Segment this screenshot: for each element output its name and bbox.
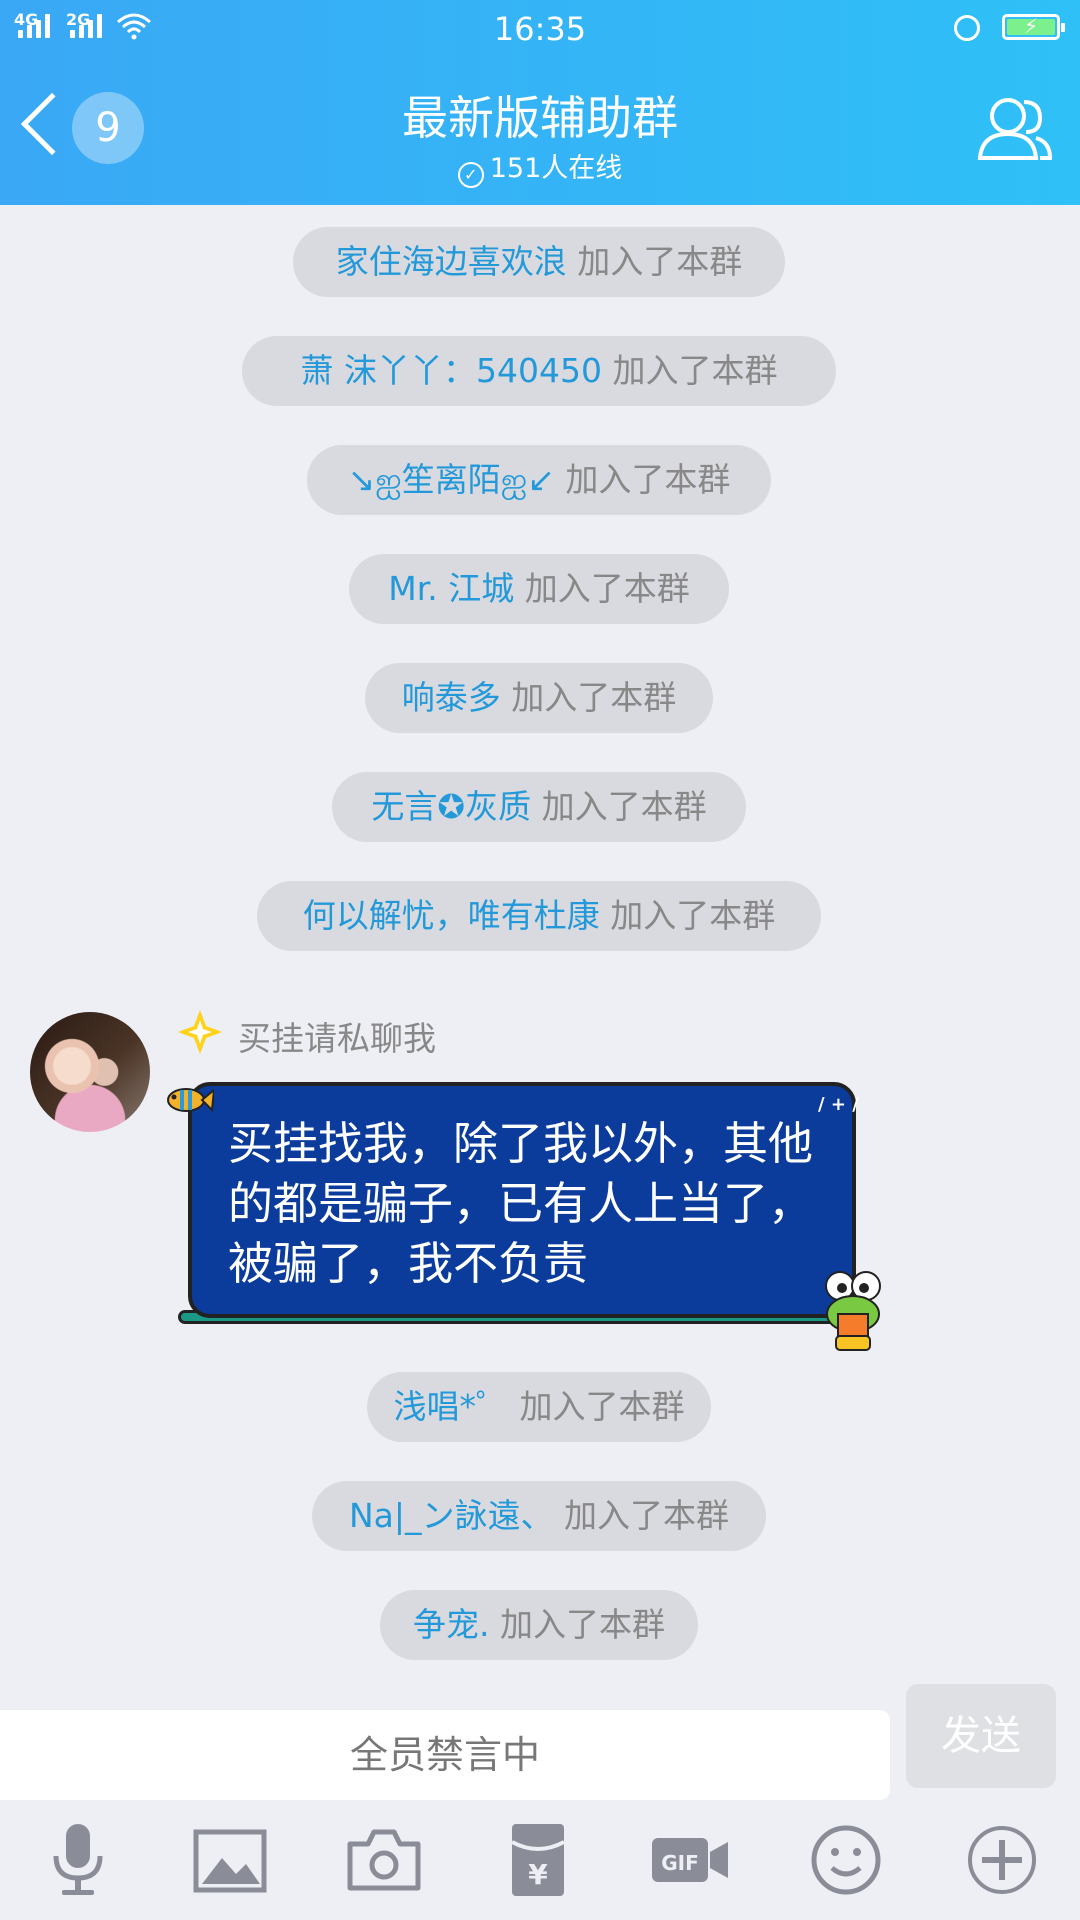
member-name[interactable]: 家住海边喜欢浪	[336, 242, 567, 281]
gif-icon[interactable]: GIF	[650, 1820, 730, 1900]
battery-icon: ⚡	[1002, 14, 1065, 40]
join-notice: 何以解忧，唯有杜康 加入了本群	[257, 881, 821, 951]
member-name[interactable]: 浅唱*゜	[394, 1387, 510, 1426]
svg-text:¥: ¥	[528, 1858, 548, 1891]
join-suffix: 加入了本群	[519, 1387, 685, 1426]
plus-icon[interactable]	[962, 1820, 1042, 1900]
join-suffix: 加入了本群	[500, 1605, 665, 1644]
status-bar: 4G 2G 16:35 ⚡	[0, 0, 1080, 58]
group-members-icon[interactable]	[974, 88, 1054, 168]
red-packet-icon[interactable]: ¥	[498, 1820, 578, 1900]
member-name[interactable]: 何以解忧，唯有杜康	[303, 896, 600, 935]
join-notice: 浅唱*゜ 加入了本群	[367, 1372, 711, 1442]
join-suffix: 加入了本群	[565, 460, 731, 499]
sender-rank-star-icon	[178, 1010, 222, 1054]
member-name[interactable]: ↘ஐ笙离陌ஐ↙	[348, 460, 555, 499]
join-notice: 无言✪灰质 加入了本群	[332, 772, 746, 842]
join-suffix: 加入了本群	[511, 678, 677, 717]
frog-sticker-icon	[825, 1271, 881, 1351]
join-notice: 响泰多 加入了本群	[365, 663, 713, 733]
message-bubble[interactable]: 买挂找我，除了我以外，其他的都是骗子，已有人上当了，被骗了，我不负责	[188, 1082, 856, 1318]
member-name[interactable]: 萧 沫丫丫：540450	[301, 351, 602, 390]
online-count-text: 151人在线	[489, 153, 623, 184]
join-notice: Mr. 江城 加入了本群	[349, 554, 729, 624]
status-time: 16:35	[493, 10, 587, 48]
join-notice: ↘ஐ笙离陌ஐ↙ 加入了本群	[307, 445, 771, 515]
join-suffix: 加入了本群	[541, 787, 707, 826]
sender-name[interactable]: 买挂请私聊我	[238, 1012, 436, 1060]
svg-text:GIF: GIF	[661, 1851, 699, 1875]
join-notice: 家住海边喜欢浪 加入了本群	[293, 227, 785, 297]
member-name[interactable]: Mr. 江城	[388, 569, 514, 608]
message-input[interactable]: 全员禁言中	[0, 1710, 890, 1800]
alarm-icon	[954, 15, 980, 41]
camera-icon[interactable]	[344, 1820, 424, 1900]
member-name[interactable]: Na|_ン詠遠、	[349, 1496, 554, 1535]
input-toolbar: ¥ GIF	[0, 1820, 1080, 1920]
join-suffix: 加入了本群	[610, 896, 776, 935]
join-suffix: 加入了本群	[577, 242, 743, 281]
image-icon[interactable]	[190, 1820, 270, 1900]
join-suffix: 加入了本群	[612, 351, 778, 390]
sender-avatar[interactable]	[30, 1012, 150, 1132]
online-count: ✓ 151人在线	[0, 146, 1080, 188]
member-name[interactable]: 争宠.	[413, 1605, 490, 1644]
join-suffix: 加入了本群	[524, 569, 690, 608]
group-title: 最新版辅助群	[402, 91, 678, 145]
join-notice: 争宠. 加入了本群	[380, 1590, 698, 1660]
emoji-icon[interactable]	[806, 1820, 886, 1900]
check-circle-icon: ✓	[457, 162, 484, 188]
join-notice: 萧 沫丫丫：540450 加入了本群	[242, 336, 836, 406]
member-name[interactable]: 响泰多	[402, 678, 501, 717]
chat-header: 4G 2G 16:35 ⚡ 9 最新版辅助群 ✓ 151人在线	[0, 0, 1080, 205]
join-suffix: 加入了本群	[564, 1496, 730, 1535]
join-notice: Na|_ン詠遠、 加入了本群	[312, 1481, 766, 1551]
message-text: 买挂找我，除了我以外，其他的都是骗子，已有人上当了，被骗了，我不负责	[228, 1117, 814, 1290]
sparkle-icon: / + /	[818, 1094, 859, 1115]
mic-icon[interactable]	[38, 1820, 118, 1900]
fish-sticker-icon	[167, 1088, 214, 1113]
send-button[interactable]: 发送	[906, 1684, 1056, 1788]
member-name[interactable]: 无言✪灰质	[371, 787, 531, 826]
